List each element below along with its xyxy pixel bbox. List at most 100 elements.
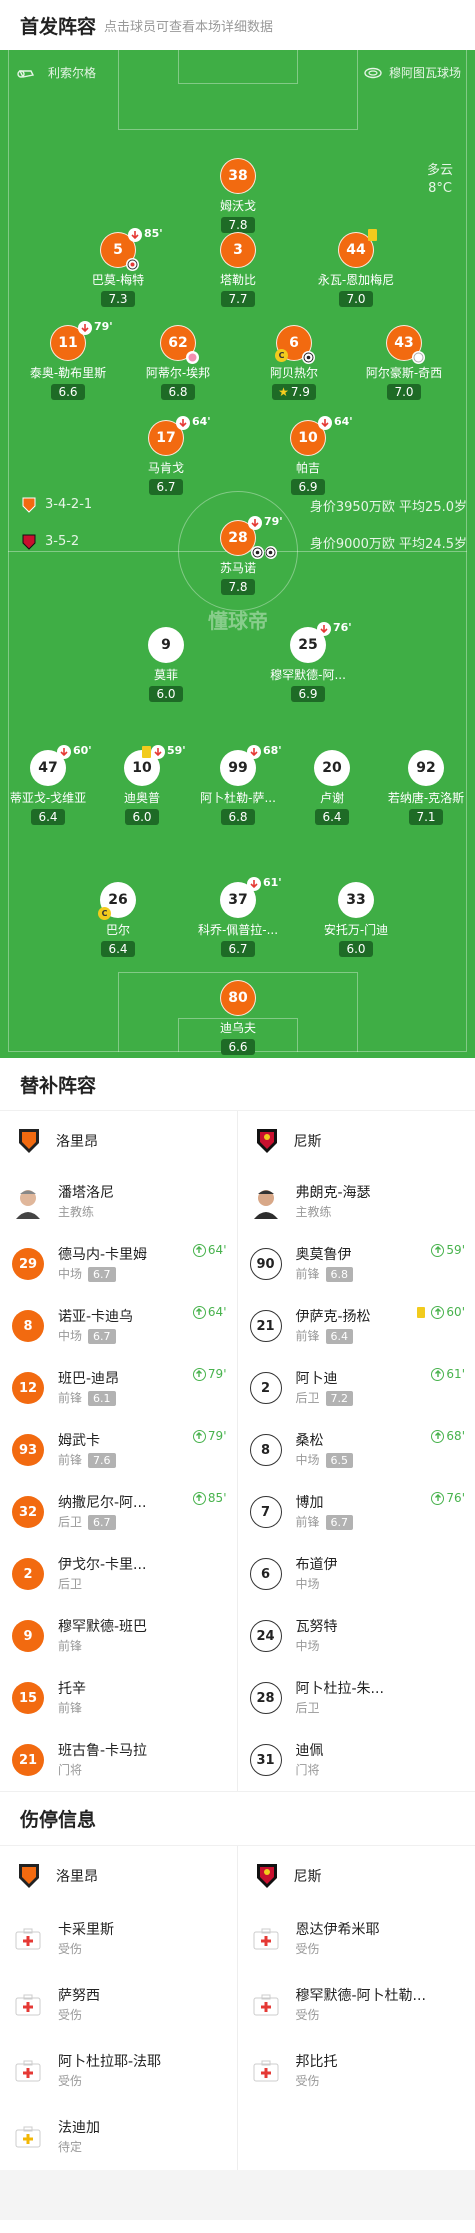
player-name: 阿卜杜拉-朱... (295, 1681, 384, 1697)
injury-row[interactable]: 法迪加 待定 (0, 2104, 237, 2170)
sub-player-row[interactable]: 15 托辛 前锋 (0, 1667, 237, 1729)
player-position: 后卫 (58, 1577, 83, 1591)
player-name: 穆罕默德-阿卜杜勒... (295, 1988, 426, 2004)
home-player[interactable]: 44 永瓦-恩加梅尼 7.0 (296, 229, 416, 307)
player-position: 中场 (58, 1267, 83, 1281)
sub-player-row[interactable]: 21 班古鲁-卡马拉 门将 (0, 1729, 237, 1791)
player-position: 中场 (295, 1639, 320, 1653)
injury-row[interactable]: 邦比托 受伤 (238, 2038, 475, 2104)
away-injury-team-row: 尼斯 (238, 1846, 475, 1906)
sub-player-row[interactable]: 12 班巴-迪昂 前锋 6.1 79' (0, 1357, 237, 1419)
away-coach-row[interactable]: 弗朗克-海瑟 主教练 (238, 1171, 475, 1233)
sub-out-icon (128, 228, 142, 242)
player-position: 后卫 (295, 1391, 320, 1405)
captain-icon: C (275, 349, 288, 362)
home-player[interactable]: 10 64' 帕吉 6.9 (248, 415, 368, 495)
nice-logo-icon (254, 1126, 280, 1156)
home-player[interactable]: 11 79' 泰奥-勒布里斯 6.6 (8, 320, 128, 400)
home-subs: 洛里昂 潘塔洛尼 主教练 29 德马内-卡里姆 中场 6.7 64' 8 诺亚-卡迪乌 中场 6.… (0, 1111, 238, 1791)
away-player[interactable]: 92 若纳唐-克洛斯 7.1 (366, 750, 475, 825)
player-position: 前锋 (295, 1329, 320, 1343)
sub-in-time: 79' (192, 1367, 227, 1381)
sub-player-row[interactable]: 29 德马内-卡里姆 中场 6.7 64' (0, 1233, 237, 1295)
sub-player-row[interactable]: 31 迪佩 门将 (238, 1729, 475, 1791)
stadium-label: 穆阿图瓦球场 (363, 64, 461, 81)
injury-row[interactable]: 恩达伊希米耶 受伤 (238, 1906, 475, 1972)
home-player[interactable]: 3 塔勒比 7.7 (178, 232, 298, 307)
sub-in-icon (192, 1491, 206, 1505)
player-position: 后卫 (58, 1515, 83, 1529)
sub-in-icon (192, 1305, 206, 1319)
sub-player-row[interactable]: 9 穆罕默德-班巴 前锋 (0, 1605, 237, 1667)
sub-player-row[interactable]: 24 瓦努特 中场 (238, 1605, 475, 1667)
player-number: 8 (249, 1434, 282, 1466)
sub-player-row[interactable]: 90 奥莫鲁伊 前锋 6.8 59' (238, 1233, 475, 1295)
player-number: 21 (249, 1310, 282, 1342)
home-player[interactable]: 5 85' 巴莫-梅特 7.3 (58, 227, 178, 307)
sub-out-icon (248, 516, 262, 530)
sub-player-row[interactable]: 93 姆武卡 前锋 7.6 79' (0, 1419, 237, 1481)
medical-kit-icon (12, 1989, 44, 2021)
player-name: 纳撒尼尔-阿... (58, 1495, 147, 1511)
sub-player-row[interactable]: 2 阿卜迪 后卫 7.2 61' (238, 1357, 475, 1419)
home-coach-row[interactable]: 潘塔洛尼 主教练 (0, 1171, 237, 1233)
player-name: 奥莫鲁伊 (295, 1247, 352, 1263)
away-player[interactable]: 33 安托万-门迪 6.0 (296, 882, 416, 957)
lineup-title: 首发阵容 (20, 15, 97, 38)
sub-player-row[interactable]: 8 诺亚-卡迪乌 中场 6.7 64' (0, 1295, 237, 1357)
sub-player-row[interactable]: 32 纳撒尼尔-阿... 后卫 6.7 85' (0, 1481, 237, 1543)
player-name: 穆罕默德-班巴 (58, 1619, 148, 1635)
star-rating: ★ 7.9 (272, 384, 316, 400)
injury-row[interactable]: 卡采里斯 受伤 (0, 1906, 237, 1972)
nice-logo-icon (254, 1861, 280, 1891)
sub-player-row[interactable]: 2 伊戈尔-卡里... 后卫 (0, 1543, 237, 1605)
sub-in-time: 85' (192, 1491, 227, 1505)
stadium-icon (363, 66, 383, 80)
sub-out-icon (176, 416, 190, 430)
weather-temp: 8°C (428, 181, 452, 196)
away-player[interactable]: 9 莫菲 6.0 (106, 627, 226, 702)
home-player[interactable]: 6 C 阿贝热尔 ★ 7.9 (234, 325, 354, 400)
home-player[interactable]: 17 64' 马肯戈 6.7 (106, 415, 226, 495)
player-name: 阿卜杜拉耶-法耶 (58, 2054, 162, 2070)
away-player[interactable]: 80 迪乌夫 6.6 (178, 980, 298, 1055)
player-number: 9 (12, 1620, 44, 1652)
home-player[interactable]: 62 阿蒂尔-埃邦 6.8 (118, 325, 238, 400)
sub-out-icon (247, 877, 261, 891)
player-number: 31 (249, 1744, 282, 1776)
injury-row[interactable]: 阿卜杜拉耶-法耶 受伤 (0, 2038, 237, 2104)
sub-player-row[interactable]: 8 桑松 中场 6.5 68' (238, 1419, 475, 1481)
sub-player-row[interactable]: 28 阿卜杜拉-朱... 后卫 (238, 1667, 475, 1729)
top-goal-box (178, 50, 298, 84)
injury-status: 受伤 (295, 1942, 320, 1956)
home-injury-list: 卡采里斯 受伤 萨努西 受伤 阿卜杜拉耶-法耶 受伤 法迪加 待定 (0, 1906, 237, 2170)
player-rating: 6.5 (325, 1453, 354, 1468)
injury-row[interactable]: 萨努西 受伤 (0, 1972, 237, 2038)
player-number: 15 (12, 1682, 44, 1714)
away-player[interactable]: 37 61' 科乔-佩普拉-... 6.7 (178, 876, 298, 957)
pitch: 利索尔格 穆阿图瓦球场 多云 8°C 3-4-2-1 身价3950万欧 平均25… (0, 50, 475, 1058)
player-name: 博加 (295, 1495, 324, 1511)
sub-player-row[interactable]: 6 布道伊 中场 (238, 1543, 475, 1605)
sub-player-row[interactable]: 21 伊萨克-扬松 前锋 6.4 60' (238, 1295, 475, 1357)
home-player[interactable]: 38 姆沃戈 7.8 (178, 158, 298, 233)
subs-columns: 洛里昂 潘塔洛尼 主教练 29 德马内-卡里姆 中场 6.7 64' 8 诺亚-卡迪乌 中场 6.… (0, 1110, 475, 1791)
medical-kit-icon (250, 2055, 282, 2087)
player-number: 21 (12, 1744, 44, 1776)
home-player[interactable]: 43 阿尔豪斯-奇西 7.0 (344, 325, 464, 400)
player-number: 93 (12, 1434, 44, 1466)
away-player[interactable]: 25 76' 穆罕默德-阿... 6.9 (248, 621, 368, 702)
player-name: 布道伊 (295, 1557, 338, 1573)
sub-in-icon (192, 1429, 206, 1443)
player-position: 前锋 (58, 1391, 83, 1405)
player-rating: 6.1 (88, 1391, 116, 1406)
injury-row[interactable]: 穆罕默德-阿卜杜勒... 受伤 (238, 1972, 475, 2038)
player-position: 门将 (295, 1763, 320, 1777)
away-player[interactable]: 26 C 巴尔 6.4 (58, 882, 178, 957)
player-name: 邦比托 (295, 2054, 338, 2070)
sub-player-row[interactable]: 7 博加 前锋 6.7 76' (238, 1481, 475, 1543)
away-formation-label: 3-5-2 (45, 534, 80, 549)
player-name: 萨努西 (58, 1988, 100, 2004)
away-subs: 尼斯 弗朗克-海瑟 主教练 90 奥莫鲁伊 前锋 6.8 59' 21 伊萨克-扬松 前锋 6.4… (238, 1111, 475, 1791)
home-player[interactable]: 28 79' 苏马诺 7.8 (178, 515, 298, 595)
